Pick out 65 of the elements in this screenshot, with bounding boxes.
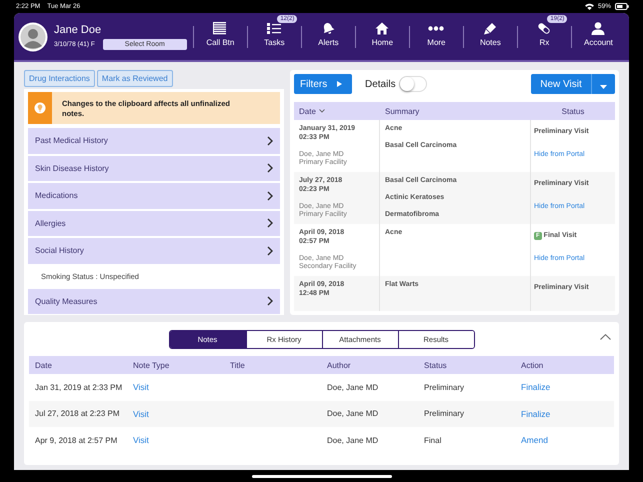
section-row[interactable]: Skin Disease History [28,156,280,181]
note-type-link[interactable]: Visit [133,382,149,392]
section-row[interactable]: Allergies [28,210,280,236]
note-type-link[interactable]: Visit [133,408,149,419]
note-status: Preliminary [424,409,466,418]
nav-button[interactable]: Alerts [302,13,355,60]
nav-button[interactable]: Call Btn [194,13,247,60]
column-header: Note Type [133,360,170,370]
nav-button[interactable]: Account [572,13,625,60]
avatar-icon [18,22,48,52]
column-header: Status [560,106,586,116]
note-status: Final [424,436,442,445]
note-author: Doe, Jane MD [327,409,380,418]
chevron-right-icon [267,190,273,201]
note-type-link[interactable]: Visit [133,435,149,446]
chevron-right-icon [267,296,273,306]
chevron-down-icon [318,109,325,113]
pill-icon [537,22,552,34]
note-author: Doe, Jane MD [327,382,380,392]
section-row[interactable]: Medications [28,183,280,208]
nav-button[interactable]: Notes [464,13,517,60]
new-visit-button[interactable]: New Visit [531,74,591,94]
chevron-right-icon [267,246,273,256]
column-header: Summary [384,106,420,116]
column-header: Author [327,360,352,370]
chevron-right-icon [267,136,273,146]
column-header: Title [230,360,246,370]
home-icon [375,22,390,34]
note-action-link[interactable]: Finalize [521,408,550,419]
column-header[interactable]: Date [294,106,379,116]
account-icon [591,22,606,34]
section-row[interactable]: Social History [28,238,280,264]
chevron-right-icon [267,163,273,174]
note-author: Doe, Jane MD [327,436,380,445]
more-icon [428,26,444,30]
column-header: Status [424,360,448,370]
column-header: Action [521,360,544,370]
note-action-link[interactable]: Amend [521,435,548,446]
nav-button[interactable]: Home [356,13,409,60]
note-date: Apr 9, 2018 at 2:57 PM [35,436,118,445]
note-date: Jul 27, 2018 at 2:23 PM [35,409,120,418]
note-status: Preliminary [424,382,466,392]
chevron-right-icon [267,218,273,228]
chevron-up-icon[interactable] [600,334,611,340]
section-row[interactable]: Quality Measures [28,288,280,314]
battery-icon [615,3,629,10]
caret-down-icon [600,84,607,88]
section-row[interactable]: Past Medical History [28,128,280,154]
details-toggle[interactable] [398,76,427,92]
note-date: Jan 31, 2019 at 2:33 PM [35,382,124,392]
column-header: Date [35,360,53,370]
list-lines-icon [213,22,228,34]
note-action-link[interactable]: Finalize [521,382,550,392]
bell-icon [321,22,336,34]
checklist-icon [267,22,282,34]
wifi-icon [584,3,594,10]
lightbulb-icon [28,92,52,124]
dropdown-button[interactable] [591,74,615,94]
details-label: Details [365,78,396,90]
filters-button[interactable]: Filters [294,74,352,94]
pen-icon [483,22,498,34]
home-indicator[interactable] [252,474,392,478]
nav-button[interactable]: More [410,13,463,60]
triangle-right-icon [337,81,342,87]
patient-name: Jane Doe [54,24,102,36]
